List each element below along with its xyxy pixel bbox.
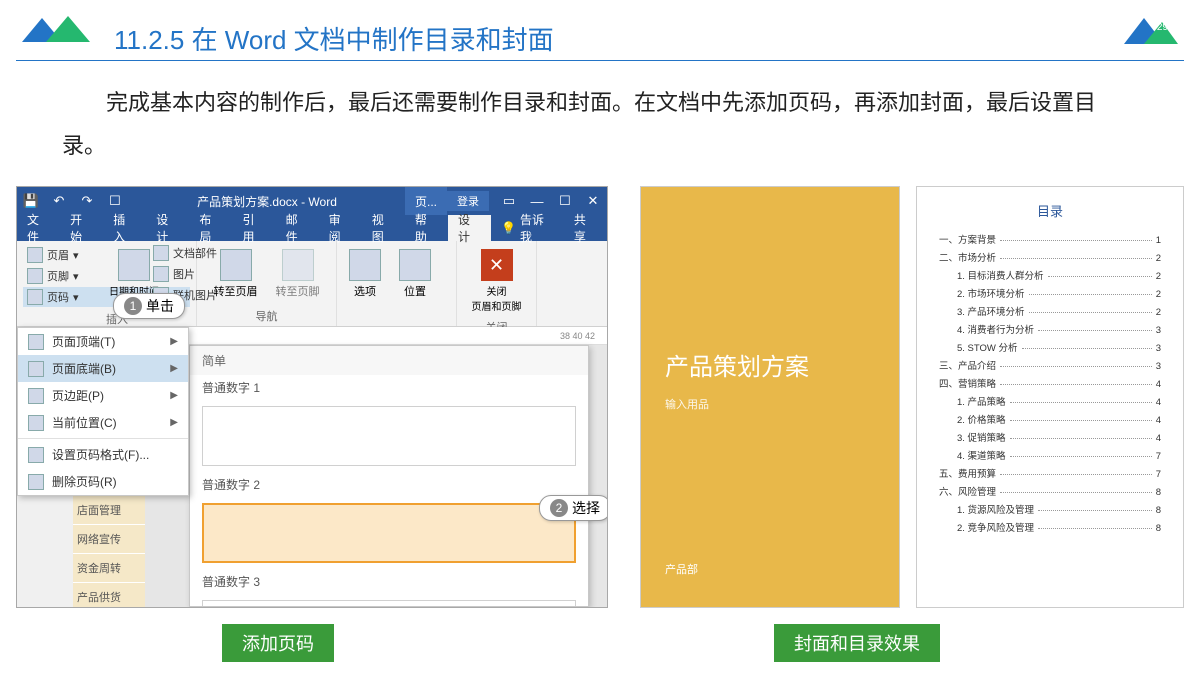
options-button[interactable]: 选项 <box>343 245 387 324</box>
menu-icon <box>28 388 44 404</box>
docparts-button[interactable]: 文档部件 <box>149 243 221 263</box>
header-icon <box>27 247 43 263</box>
toc-line: 2. 竞争风险及管理8 <box>939 518 1161 536</box>
menu-icon <box>28 474 44 490</box>
menu-icon <box>28 334 44 350</box>
outline-item[interactable]: 网络宣传 <box>73 525 145 554</box>
position-icon <box>399 249 431 281</box>
picture-icon <box>153 266 169 282</box>
goto-header-icon <box>220 249 252 281</box>
word-window: 💾 ↶ ↷ ☐ 产品策划方案.docx - Word 页... 登录 ▭ — ☐… <box>16 186 608 608</box>
tell-me[interactable]: 💡告诉我 <box>491 211 564 245</box>
cover-footer: 产品部 <box>665 561 875 577</box>
doc-title: 产品策划方案.docx - Word <box>129 193 405 210</box>
tab-help[interactable]: 帮助 <box>405 215 448 241</box>
menu-icon <box>28 361 44 377</box>
toc-line: 3. 促销策略4 <box>939 428 1161 446</box>
ribbon-tabs: 文件 开始 插入 设计 布局 引用 邮件 审阅 视图 帮助 设计 💡告诉我 共享 <box>17 215 607 241</box>
outline-item[interactable]: 资金周转 <box>73 554 145 583</box>
pagenum-icon <box>27 289 43 305</box>
menu-icon <box>28 447 44 463</box>
toc-line: 六、风险管理8 <box>939 482 1161 500</box>
toc-preview: 目录 一、方案背景1二、市场分析21. 目标消费人群分析22. 市场环境分析23… <box>916 186 1184 608</box>
footer-icon <box>27 268 43 284</box>
toc-line: 4. 渠道策略7 <box>939 446 1161 464</box>
section-heading: 11.2.5 在 Word 文档中制作目录和封面 <box>114 20 554 57</box>
submenu-label: 普通数字 2 <box>190 472 588 497</box>
date-icon <box>118 249 150 281</box>
cover-preview: 产品策划方案 输入用品 产品部 <box>640 186 900 608</box>
toc-heading: 目录 <box>939 201 1161 220</box>
close-hf-button[interactable]: ✕关闭 页眉和页脚 <box>463 245 530 317</box>
tab-view[interactable]: 视图 <box>362 215 405 241</box>
caption-left: 添加页码 <box>222 624 334 662</box>
ruler: 38 40 42 <box>189 327 607 345</box>
toc-line: 二、市场分析2 <box>939 248 1161 266</box>
pagenum-style-preview[interactable] <box>202 600 576 607</box>
logo-left-icon <box>16 12 94 48</box>
menu-icon <box>28 415 44 431</box>
position-button[interactable]: 位置 <box>393 245 437 324</box>
cover-subtitle: 输入用品 <box>665 396 875 412</box>
caption-right: 封面和目录效果 <box>774 624 940 662</box>
toc-line: 1. 货源风险及管理8 <box>939 500 1161 518</box>
goto-footer-icon <box>282 249 314 281</box>
body-paragraph: 完成基本内容的制作后，最后还需要制作目录和封面。在文档中先添加页码，再添加封面，… <box>62 82 1138 168</box>
outline-item[interactable]: 产品供货 <box>73 583 145 608</box>
outline-item[interactable]: 店面管理 <box>73 496 145 525</box>
ribbon: 页眉 ▾ 页脚 ▾ 页码 ▾ 日期和时间 文档部件 图片 联机图片 插入 转至页… <box>17 241 607 327</box>
toc-line: 3. 产品环境分析2 <box>939 302 1161 320</box>
tab-design[interactable]: 设计 <box>146 215 189 241</box>
annotation-1: 1单击 <box>113 293 185 319</box>
toc-line: 4. 消费者行为分析3 <box>939 320 1161 338</box>
login-button[interactable]: 登录 <box>447 191 489 211</box>
dropdown-item[interactable]: 页面底端(B)▶ <box>18 355 188 382</box>
tab-design-active[interactable]: 设计 <box>448 215 491 241</box>
tab-references[interactable]: 引用 <box>232 215 275 241</box>
toc-line: 三、产品介绍3 <box>939 356 1161 374</box>
toc-line: 五、费用预算7 <box>939 464 1161 482</box>
tab-layout[interactable]: 布局 <box>189 215 232 241</box>
toc-line: 1. 目标消费人群分析2 <box>939 266 1161 284</box>
toc-line: 2. 市场环境分析2 <box>939 284 1161 302</box>
dropdown-item[interactable]: 设置页码格式(F)... <box>18 441 188 468</box>
bulb-icon: 💡 <box>501 221 516 235</box>
toc-line: 5. STOW 分析3 <box>939 338 1161 356</box>
logo-right-icon <box>1120 10 1180 50</box>
pagenum-style-preview[interactable] <box>202 406 576 466</box>
toc-line: 一、方案背景1 <box>939 230 1161 248</box>
goto-footer-button[interactable]: 转至页脚 <box>270 245 326 306</box>
tab-home[interactable]: 开始 <box>60 215 103 241</box>
tab-review[interactable]: 审阅 <box>319 215 362 241</box>
dropdown-item[interactable]: 页面顶端(T)▶ <box>18 328 188 355</box>
tab-insert[interactable]: 插入 <box>103 215 146 241</box>
slide-number: 29 <box>1157 22 1168 33</box>
pagenum-style-preview[interactable] <box>202 503 576 563</box>
tab-file[interactable]: 文件 <box>17 215 60 241</box>
dropdown-item[interactable]: 当前位置(C)▶ <box>18 409 188 436</box>
toc-line: 四、营销策略4 <box>939 374 1161 392</box>
close-hf-icon: ✕ <box>481 249 513 281</box>
annotation-2: 2选择 <box>539 495 608 521</box>
group-nav-label: 导航 <box>256 306 278 324</box>
submenu-label: 普通数字 3 <box>190 569 588 594</box>
pagenum-dropdown: 页面顶端(T)▶页面底端(B)▶页边距(P)▶当前位置(C)▶ 设置页码格式(F)… <box>17 327 189 496</box>
toc-line: 2. 价格策略4 <box>939 410 1161 428</box>
options-icon <box>349 249 381 281</box>
picture-button[interactable]: 图片 <box>149 264 221 284</box>
heading-rule <box>16 60 1184 61</box>
pagenum-submenu: 简单普通数字 1普通数字 2普通数字 3 <box>189 345 589 607</box>
dropdown-item[interactable]: 删除页码(R) <box>18 468 188 495</box>
share-button[interactable]: 共享 <box>564 215 607 241</box>
cover-title: 产品策划方案 <box>665 347 875 382</box>
tab-mailings[interactable]: 邮件 <box>276 215 319 241</box>
submenu-label: 普通数字 1 <box>190 375 588 400</box>
toc-line: 1. 产品策略4 <box>939 392 1161 410</box>
docparts-icon <box>153 245 169 261</box>
dropdown-item[interactable]: 页边距(P)▶ <box>18 382 188 409</box>
